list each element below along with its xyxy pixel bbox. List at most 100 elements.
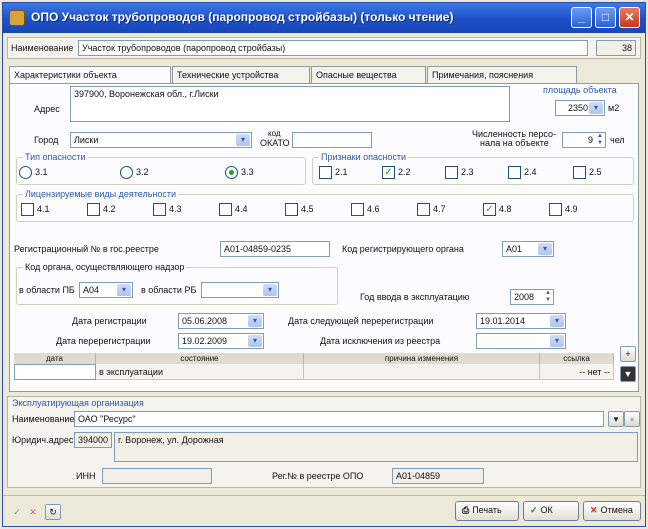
operator-name-field[interactable]: ОАО "Ресурс" (74, 411, 604, 427)
ok-button[interactable]: ✓ ОК (523, 501, 579, 521)
pb-select[interactable]: А04 ▾ (79, 282, 133, 298)
next-rereg-field[interactable]: 19.01.2014 ▾ (476, 313, 566, 329)
hazard-sign-checkbox-2-4[interactable] (508, 166, 521, 179)
operator-title: Эксплуатирующая организация (12, 398, 144, 408)
pb-value: А04 (83, 285, 100, 295)
okato-field[interactable] (292, 132, 372, 148)
close-button[interactable]: ✕ (619, 7, 640, 28)
table-row-state-cell[interactable]: в эксплуатации (96, 364, 304, 380)
operator-group: Эксплуатирующая организация Наименование… (7, 396, 641, 488)
column-header-date[interactable]: дата (14, 353, 96, 364)
licensed-label-4-6: 4.6 (367, 204, 380, 214)
reg-date-value: 05.06.2008 (182, 316, 228, 326)
ok-check-icon: ✓ (530, 505, 538, 515)
supervision-title: Код органа, осуществляющего надзор (23, 262, 187, 272)
year-value: 2008 (514, 292, 535, 302)
org-code-label: Код регистрирующего органа (342, 244, 464, 254)
table-row-link-cell[interactable]: -- нет -- (540, 364, 614, 380)
maximize-button[interactable]: □ (595, 7, 616, 28)
hazard-type-label-3-2: 3.2 (136, 167, 149, 177)
rb-dropdown-icon[interactable]: ▾ (263, 284, 277, 296)
hazard-sign-checkbox-2-5[interactable] (573, 166, 586, 179)
okato-label-1: код (268, 129, 281, 138)
rereg-date-field[interactable]: 19.02.2009 ▾ (178, 333, 264, 349)
licensed-checkbox-4-9[interactable] (549, 203, 562, 216)
column-header-reason[interactable]: причина изменения (304, 353, 540, 364)
exclusion-dropdown-icon[interactable]: ▾ (550, 335, 564, 347)
status-table: дата состояние причина изменения ссылка … (14, 353, 614, 391)
licensed-label-4-3: 4.3 (169, 204, 182, 214)
rereg-date-label: Дата перерегистрации (56, 336, 151, 346)
scroll-down-icon[interactable]: ▼ (620, 366, 636, 382)
city-value: Лиски (74, 135, 99, 145)
title-bar[interactable]: ОПО Участок трубопроводов (паропровод ст… (3, 3, 645, 33)
licensed-checkbox-4-5[interactable] (285, 203, 298, 216)
hazard-sign-checkbox-2-1[interactable] (319, 166, 332, 179)
year-spinner-icon[interactable]: ▲ ▼ (543, 290, 553, 304)
org-code-value: А01 (506, 244, 523, 254)
operator-clear-icon[interactable]: ▫ (624, 411, 640, 427)
postcode-field: 394000 (74, 432, 112, 448)
licensed-label-4-4: 4.4 (235, 204, 248, 214)
table-row-reason-cell[interactable] (304, 364, 540, 380)
hazard-type-radio-3-3[interactable] (225, 166, 238, 179)
next-rereg-dropdown-icon[interactable]: ▾ (550, 315, 564, 327)
staff-field[interactable]: 9 ▲ ▼ (562, 132, 606, 148)
org-code-select[interactable]: А01 ▾ (502, 241, 554, 257)
area-field[interactable]: 2350 ▾ (555, 100, 605, 116)
licensed-checkbox-4-2[interactable] (87, 203, 100, 216)
rereg-date-dropdown-icon[interactable]: ▾ (248, 335, 262, 347)
check-icon[interactable]: ✓ (9, 504, 25, 520)
reg-number-field[interactable]: А01-04859-0235 (220, 241, 330, 257)
hazard-type-label-3-3: 3.3 (241, 167, 254, 177)
tab-notes[interactable]: Примечания, пояснения (427, 66, 577, 83)
reg-date-dropdown-icon[interactable]: ▾ (248, 315, 262, 327)
licensed-checkbox-4-1[interactable] (21, 203, 34, 216)
staff-spinner-icon[interactable]: ▲ ▼ (595, 133, 605, 147)
licensed-checkbox-4-4[interactable] (219, 203, 232, 216)
exclusion-field[interactable]: ▾ (476, 333, 566, 349)
refresh-icon[interactable]: ↻ (45, 504, 61, 520)
org-code-dropdown-icon[interactable]: ▾ (538, 243, 552, 255)
licensed-checkbox-4-3[interactable] (153, 203, 166, 216)
column-header-state[interactable]: состояние (96, 353, 304, 364)
year-field[interactable]: 2008 ▲ ▼ (510, 289, 554, 305)
licensed-checkbox-4-7[interactable] (417, 203, 430, 216)
city-dropdown-icon[interactable]: ▾ (236, 134, 250, 146)
licensed-label-4-7: 4.7 (433, 204, 446, 214)
tab-hazardous-substances[interactable]: Опасные вещества (311, 66, 426, 83)
hazard-sign-checkbox-2-3[interactable] (445, 166, 458, 179)
address-field[interactable]: 397900, Воронежская обл., г.Лиски (70, 86, 510, 122)
table-row-date-cell[interactable] (14, 364, 96, 380)
reg-date-field[interactable]: 05.06.2008 ▾ (178, 313, 264, 329)
hazard-type-radio-3-2[interactable] (120, 166, 133, 179)
next-rereg-label: Дата следующей перерегистрации (288, 316, 434, 326)
hazard-type-group: Тип опасности 3.1 3.2 3.3 (16, 152, 306, 185)
cross-icon[interactable]: ✕ (25, 504, 41, 520)
tab-characteristics[interactable]: Характеристики объекта (9, 66, 171, 84)
hazard-signs-title: Признаки опасности (319, 152, 409, 162)
minimize-button[interactable]: _ (571, 7, 592, 28)
tab-technical-devices[interactable]: Технические устройства (172, 66, 310, 83)
operator-select-icon[interactable]: ▾ (608, 411, 624, 427)
printer-icon: ⎙ (462, 505, 470, 515)
name-label: Наименование (11, 43, 74, 53)
licensed-checkbox-4-8[interactable]: ✓ (483, 203, 496, 216)
print-button[interactable]: ⎙ Печать (455, 501, 519, 521)
cancel-button[interactable]: ✕ Отмена (583, 501, 641, 521)
rb-select[interactable]: ▾ (201, 282, 279, 298)
dialog-window: ОПО Участок трубопроводов (паропровод ст… (2, 2, 646, 527)
licensed-checkbox-4-6[interactable] (351, 203, 364, 216)
hazard-type-title: Тип опасности (23, 152, 88, 162)
hazard-type-radio-3-1[interactable] (19, 166, 32, 179)
operator-name-label: Наименование (12, 414, 75, 424)
add-row-icon[interactable]: + (620, 346, 636, 362)
hazard-sign-checkbox-2-2[interactable]: ✓ (382, 166, 395, 179)
city-select[interactable]: Лиски ▾ (70, 132, 252, 148)
name-field[interactable]: Участок трубопроводов (паропровод стройб… (78, 40, 588, 56)
pb-dropdown-icon[interactable]: ▾ (117, 284, 131, 296)
area-dropdown-icon[interactable]: ▾ (589, 102, 603, 114)
print-label: Печать (472, 505, 502, 515)
rb-label: в области РБ (141, 285, 197, 295)
column-header-link[interactable]: ссылка (540, 353, 614, 364)
